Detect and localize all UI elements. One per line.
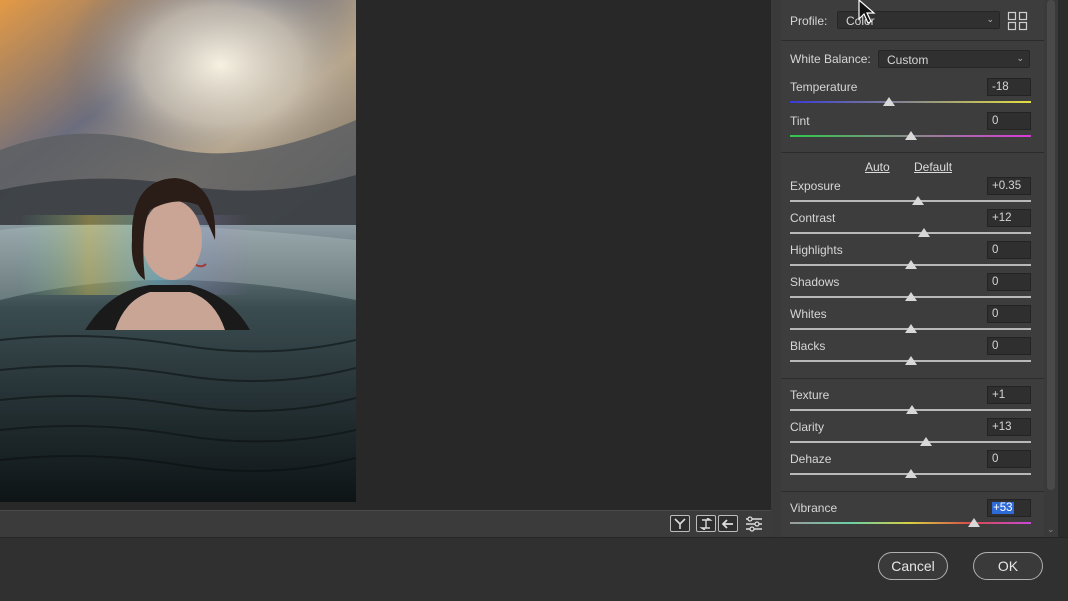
slider-label-blacks: Blacks <box>790 339 826 353</box>
slider-label-shadows: Shadows <box>790 275 840 289</box>
slider-label-texture: Texture <box>790 388 830 402</box>
window-edge <box>1058 0 1068 537</box>
slider-track-temperature[interactable] <box>790 101 1031 103</box>
slider-value-temperature[interactable]: -18 <box>987 78 1031 96</box>
slider-value-text: +0.35 <box>992 180 1022 192</box>
slider-thumb-blacks[interactable] <box>904 356 917 365</box>
dialog-footer: Cancel OK <box>0 537 1068 601</box>
white-balance-label: White Balance: <box>790 52 871 66</box>
slider-value-clarity[interactable]: +13 <box>987 418 1031 436</box>
slider-label-clarity: Clarity <box>790 420 825 434</box>
mouse-cursor-icon <box>858 0 876 29</box>
slider-value-text: +53 <box>992 502 1014 514</box>
slider-value-text: 0 <box>992 115 999 127</box>
slider-value-text: 0 <box>992 244 999 256</box>
copy-settings-button[interactable] <box>718 515 738 532</box>
slider-thumb-texture[interactable] <box>905 405 918 414</box>
before-after-toggle-button[interactable] <box>670 515 690 532</box>
slider-track-clarity[interactable] <box>790 441 1031 443</box>
slider-value-text: 0 <box>992 276 999 288</box>
panel-scrollbar[interactable]: ⌄ <box>1044 0 1058 537</box>
slider-value-text: -18 <box>992 81 1009 93</box>
slider-track-contrast[interactable] <box>790 232 1031 234</box>
slider-value-text: +13 <box>992 421 1012 433</box>
ok-button[interactable]: OK <box>973 552 1043 580</box>
preferences-button[interactable] <box>744 516 764 533</box>
swap-settings-icon <box>699 517 713 530</box>
preview-toolbar <box>0 510 771 537</box>
slider-value-highlights[interactable]: 0 <box>987 241 1031 259</box>
slider-value-blacks[interactable]: 0 <box>987 337 1031 355</box>
slider-track-vibrance[interactable] <box>790 522 1031 524</box>
photo-preview[interactable] <box>0 0 356 502</box>
slider-value-contrast[interactable]: +12 <box>987 209 1031 227</box>
chevron-down-icon: ⌄ <box>986 14 994 24</box>
photo-image <box>0 0 356 502</box>
white-balance-dropdown[interactable]: Custom ⌄ <box>878 50 1030 68</box>
slider-value-shadows[interactable]: 0 <box>987 273 1031 291</box>
slider-value-whites[interactable]: 0 <box>987 305 1031 323</box>
image-preview-area <box>0 0 771 510</box>
cancel-button[interactable]: Cancel <box>878 552 948 580</box>
before-after-toggle-icon <box>674 517 686 529</box>
copy-settings-icon <box>721 518 733 529</box>
slider-thumb-exposure[interactable] <box>911 196 924 205</box>
basic-adjustments-panel: Profile: Color ⌄ White Balance: Custom ⌄… <box>781 0 1044 537</box>
profile-browser-grid-icon <box>1007 11 1028 31</box>
slider-thumb-whites[interactable] <box>904 324 917 333</box>
slider-value-exposure[interactable]: +0.35 <box>987 177 1031 195</box>
auto-link[interactable]: Auto <box>865 160 890 174</box>
slider-thumb-vibrance[interactable] <box>968 518 981 527</box>
slider-value-text: +1 <box>992 389 1006 401</box>
profile-label: Profile: <box>790 14 828 28</box>
scrollbar-thumb[interactable] <box>1047 0 1055 490</box>
slider-label-exposure: Exposure <box>790 179 841 193</box>
section-divider <box>781 491 1044 492</box>
slider-value-dehaze[interactable]: 0 <box>987 450 1031 468</box>
slider-label-contrast: Contrast <box>790 211 836 225</box>
white-balance-value: Custom <box>887 53 929 67</box>
slider-label-vibrance: Vibrance <box>790 501 838 515</box>
slider-value-texture[interactable]: +1 <box>987 386 1031 404</box>
slider-thumb-contrast[interactable] <box>917 228 930 237</box>
slider-label-tint: Tint <box>790 114 810 128</box>
slider-thumb-dehaze[interactable] <box>904 469 917 478</box>
slider-label-temperature: Temperature <box>790 80 858 94</box>
section-divider <box>781 40 1044 41</box>
chevron-down-icon: ⌄ <box>1016 53 1024 63</box>
slider-track-exposure[interactable] <box>790 200 1031 202</box>
slider-thumb-clarity[interactable] <box>920 437 933 446</box>
slider-label-whites: Whites <box>790 307 827 321</box>
slider-thumb-shadows[interactable] <box>904 292 917 301</box>
slider-value-text: 0 <box>992 453 999 465</box>
slider-label-highlights: Highlights <box>790 243 843 257</box>
profile-browser-button[interactable] <box>1007 11 1029 31</box>
slider-value-tint[interactable]: 0 <box>987 112 1031 130</box>
swap-settings-button[interactable] <box>696 515 716 532</box>
default-link[interactable]: Default <box>914 160 952 174</box>
slider-label-dehaze: Dehaze <box>790 452 832 466</box>
slider-value-vibrance[interactable]: +53 <box>987 499 1031 517</box>
section-divider <box>781 152 1044 153</box>
preferences-sliders-icon <box>746 516 762 532</box>
slider-thumb-highlights[interactable] <box>904 260 917 269</box>
slider-value-text: 0 <box>992 308 999 320</box>
slider-thumb-tint[interactable] <box>904 131 917 140</box>
slider-value-text: +12 <box>992 212 1012 224</box>
panel-gutter <box>771 0 781 537</box>
slider-thumb-temperature[interactable] <box>882 97 895 106</box>
section-divider <box>781 378 1044 379</box>
scroll-down-icon[interactable]: ⌄ <box>1047 524 1055 535</box>
slider-value-text: 0 <box>992 340 999 352</box>
